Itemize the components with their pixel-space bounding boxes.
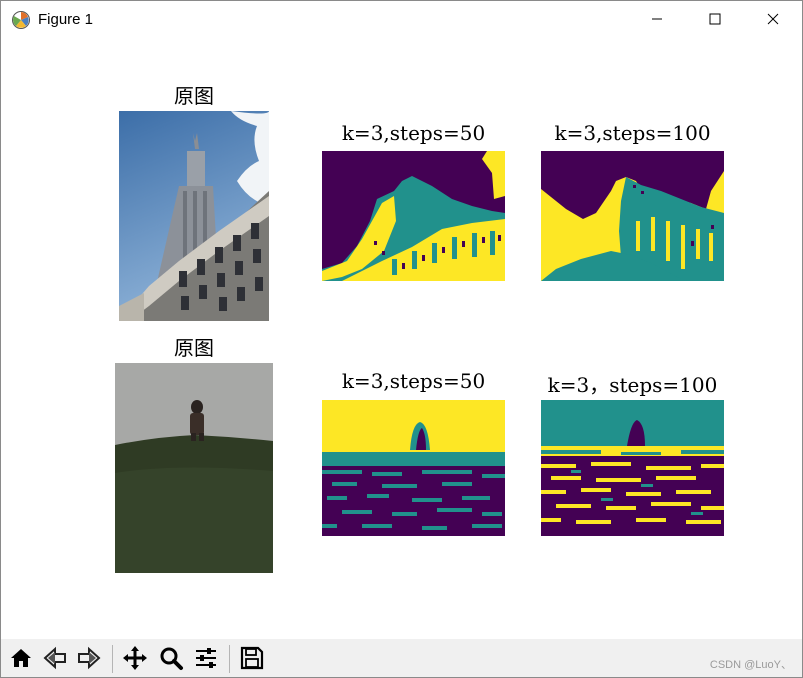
toolbar-separator: [112, 645, 113, 673]
forward-icon: [76, 645, 102, 675]
pan-button[interactable]: [121, 646, 149, 674]
save-icon: [239, 645, 265, 675]
toolbar-separator: [229, 645, 230, 673]
row2-k3-steps50-title: k=3,steps=50: [341, 369, 486, 393]
configure-subplots-button[interactable]: [192, 646, 220, 674]
row2-k3-steps100-title: k=3，steps=100: [547, 373, 718, 397]
row1-original-image: [119, 111, 269, 321]
navigation-toolbar: CSDN @LuoY、: [1, 639, 802, 677]
home-button[interactable]: [7, 646, 35, 674]
back-button[interactable]: [41, 646, 69, 674]
close-button[interactable]: [744, 1, 802, 38]
zoom-button[interactable]: [157, 646, 185, 674]
maximize-button[interactable]: [686, 1, 744, 38]
row1-original-title: 原图: [174, 84, 214, 108]
matplotlib-icon: [11, 10, 31, 30]
row1-k3-steps50-image: [322, 151, 505, 281]
save-button[interactable]: [238, 646, 266, 674]
pan-icon: [122, 645, 148, 675]
figure-canvas[interactable]: 原图 k=3,steps=50 k=3,steps=100 原图 k=3,ste…: [1, 38, 802, 638]
row2-original-title: 原图: [174, 336, 214, 360]
title-bar[interactable]: Figure 1: [1, 1, 802, 38]
row2-k3-steps100-image: [541, 400, 724, 536]
configure-subplots-icon: [193, 645, 219, 675]
home-icon: [8, 645, 34, 675]
figure-window: Figure 1 原图 k=3,steps=50 k=3,steps=100 原…: [0, 0, 803, 678]
forward-button[interactable]: [75, 646, 103, 674]
row2-original-image: [115, 363, 273, 573]
minimize-button[interactable]: [628, 1, 686, 38]
row1-k3-steps100-title: k=3,steps=100: [554, 121, 711, 145]
window-title: Figure 1: [38, 11, 94, 28]
csdn-watermark: CSDN @LuoY、: [709, 659, 792, 671]
row1-k3-steps50-title: k=3,steps=50: [341, 121, 486, 145]
back-icon: [42, 645, 68, 675]
row1-k3-steps100-image: [541, 151, 724, 281]
row2-k3-steps50-image: [322, 400, 505, 536]
zoom-icon: [158, 645, 184, 675]
close-icon: [767, 10, 779, 29]
minimize-icon: [651, 10, 663, 29]
maximize-icon: [709, 10, 721, 29]
